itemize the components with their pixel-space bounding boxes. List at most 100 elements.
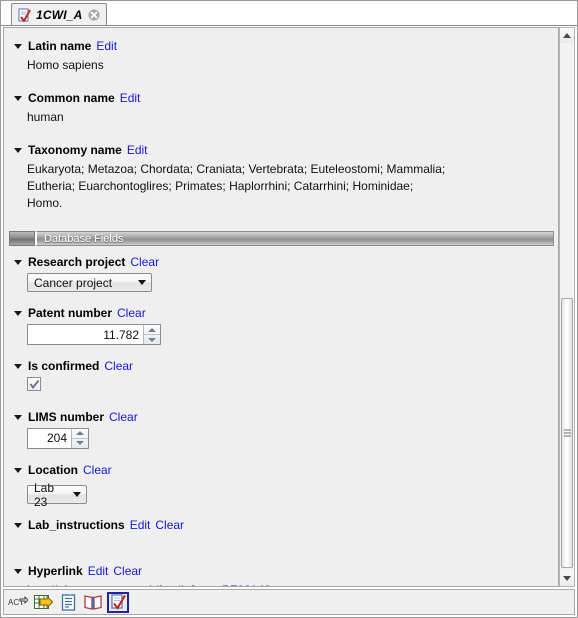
bottom-toolbar: ACT bbox=[3, 589, 575, 615]
document-check-icon-button[interactable] bbox=[107, 591, 129, 613]
act-translate-icon-button[interactable]: ACT bbox=[7, 592, 29, 613]
collapse-triangle-icon[interactable] bbox=[14, 364, 22, 369]
checkmark-icon bbox=[29, 379, 39, 389]
open-book-icon bbox=[84, 594, 102, 610]
field-label: Hyperlink bbox=[28, 564, 83, 578]
control-wrapper: 11.782 bbox=[14, 324, 548, 345]
clear-link[interactable]: Clear bbox=[130, 254, 159, 270]
field-value: Homo sapiens bbox=[27, 58, 104, 72]
stepper-increment-button[interactable] bbox=[144, 325, 160, 334]
field-header: LIMS number Clear bbox=[14, 409, 548, 425]
field-label: Common name bbox=[28, 91, 115, 105]
triangle-down-icon bbox=[563, 576, 571, 581]
tab-bar: 1CWI_A bbox=[1, 1, 577, 26]
application-window: 1CWI_A Latin name Edit Homo sapiens Comm… bbox=[0, 0, 578, 618]
triangle-up-icon bbox=[148, 327, 156, 332]
stepper-decrement-button[interactable] bbox=[72, 437, 88, 448]
dropdown-value: Cancer project bbox=[34, 275, 113, 290]
document-check-icon bbox=[18, 8, 31, 22]
edit-link[interactable]: Edit bbox=[130, 517, 151, 533]
database-fields-separator[interactable]: Database Fields bbox=[9, 231, 554, 246]
stepper-buttons bbox=[143, 325, 160, 344]
chevron-down-icon bbox=[73, 492, 81, 497]
field-label: Location bbox=[28, 462, 78, 477]
field-header: Latin name Edit bbox=[14, 38, 548, 54]
field-label: LIMS number bbox=[28, 409, 105, 424]
field-header: Research project Clear bbox=[14, 254, 548, 270]
lims-number-stepper[interactable]: 204 bbox=[27, 427, 89, 449]
table-export-icon bbox=[33, 594, 53, 609]
collapse-triangle-icon[interactable] bbox=[14, 44, 22, 49]
text-document-icon bbox=[61, 593, 75, 611]
clear-link[interactable]: Clear bbox=[117, 305, 146, 321]
collapse-triangle-icon[interactable] bbox=[14, 96, 22, 101]
separator-bar: Database Fields bbox=[35, 231, 554, 246]
edit-link[interactable]: Edit bbox=[96, 38, 117, 54]
clear-link[interactable]: Clear bbox=[109, 409, 138, 425]
open-book-icon-button[interactable] bbox=[82, 592, 104, 613]
location-dropdown[interactable]: Lab 23 bbox=[27, 481, 87, 509]
hyperlink-url[interactable]: http://pfam.sanger.ac.uk/family?acc=PF03… bbox=[14, 582, 447, 586]
field-header: Common name Edit bbox=[14, 90, 548, 106]
triangle-down-icon bbox=[148, 337, 156, 342]
collapse-triangle-icon[interactable] bbox=[14, 414, 22, 420]
scroll-down-button[interactable] bbox=[560, 571, 574, 586]
clear-link[interactable]: Clear bbox=[113, 563, 142, 579]
close-icon[interactable] bbox=[88, 9, 100, 21]
field-patent-number: Patent number Clear 11.782 bbox=[4, 305, 558, 345]
scrollbar-thumb[interactable] bbox=[561, 298, 573, 568]
act-translate-icon: ACT bbox=[8, 595, 28, 607]
control-wrapper bbox=[14, 377, 548, 393]
edit-link[interactable]: Edit bbox=[127, 142, 148, 158]
scroll-up-button[interactable] bbox=[560, 28, 574, 43]
field-label: Is confirmed bbox=[28, 359, 100, 373]
stepper-increment-button[interactable] bbox=[72, 429, 88, 438]
collapse-triangle-icon[interactable] bbox=[14, 523, 22, 528]
collapse-triangle-icon[interactable] bbox=[14, 311, 22, 316]
field-research-project: Research project Clear Cancer project bbox=[4, 254, 558, 292]
triangle-up-icon bbox=[76, 431, 84, 435]
dropdown-value: Lab 23 bbox=[34, 480, 55, 509]
patent-number-stepper[interactable]: 11.782 bbox=[27, 324, 161, 345]
field-is-confirmed: Is confirmed Clear bbox=[4, 358, 558, 393]
edit-link[interactable]: Edit bbox=[120, 90, 141, 106]
collapse-triangle-icon[interactable] bbox=[14, 260, 22, 265]
control-wrapper: Cancer project bbox=[14, 273, 548, 292]
text-document-icon-button[interactable] bbox=[57, 592, 79, 613]
research-project-dropdown[interactable]: Cancer project bbox=[27, 273, 152, 292]
field-hyperlink: Hyperlink Edit Clear http://pfam.sanger.… bbox=[4, 563, 558, 586]
separator-label: Database Fields bbox=[44, 232, 124, 245]
control-wrapper: 204 bbox=[14, 427, 548, 449]
collapse-triangle-icon[interactable] bbox=[14, 569, 22, 574]
clear-link[interactable]: Clear bbox=[155, 517, 184, 533]
clear-link[interactable]: Clear bbox=[104, 358, 133, 374]
stepper-value[interactable]: 204 bbox=[28, 428, 71, 448]
stepper-buttons bbox=[71, 428, 88, 448]
tab-bar-underline bbox=[1, 25, 577, 26]
content-panel: Latin name Edit Homo sapiens Common name… bbox=[3, 27, 559, 587]
edit-link[interactable]: Edit bbox=[88, 563, 109, 579]
field-lims-number: LIMS number Clear 204 bbox=[4, 409, 558, 449]
tab-1cwi-a[interactable]: 1CWI_A bbox=[11, 3, 107, 25]
field-header: Patent number Clear bbox=[14, 305, 548, 321]
stepper-value[interactable]: 11.782 bbox=[28, 325, 143, 344]
field-value: human bbox=[27, 110, 64, 124]
is-confirmed-checkbox[interactable] bbox=[27, 377, 41, 391]
field-latin-name: Latin name Edit Homo sapiens bbox=[4, 38, 558, 74]
separator-grip[interactable] bbox=[9, 231, 35, 246]
collapse-triangle-icon[interactable] bbox=[14, 148, 22, 153]
table-export-icon-button[interactable] bbox=[32, 592, 54, 613]
field-common-name: Common name Edit human bbox=[4, 90, 558, 126]
clear-link[interactable]: Clear bbox=[83, 462, 112, 478]
collapse-triangle-icon[interactable] bbox=[14, 467, 22, 473]
vertical-scrollbar[interactable] bbox=[559, 27, 575, 587]
stepper-decrement-button[interactable] bbox=[144, 334, 160, 344]
field-header: Is confirmed Clear bbox=[14, 358, 548, 374]
document-check-icon bbox=[110, 594, 126, 610]
